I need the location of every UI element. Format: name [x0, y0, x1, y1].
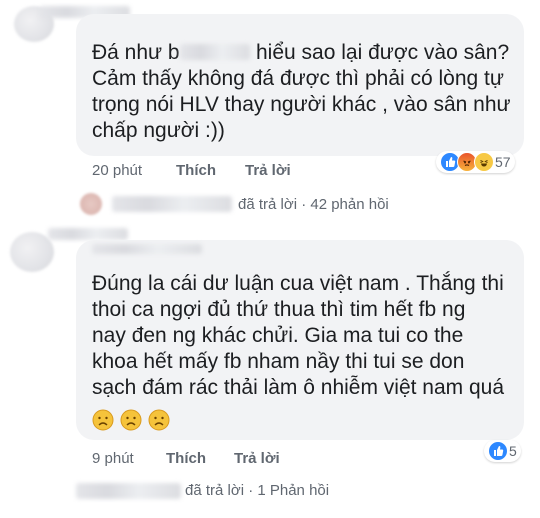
replies-summary[interactable]: đã trả lời · 42 phản hồi [238, 196, 389, 213]
comment-text-line: khoa hết mấy fb nham nầy thi tui se don [92, 350, 465, 373]
view-replies-link[interactable]: đã trả lời · 42 phản hồi [80, 193, 389, 215]
replier-name-redacted [112, 196, 232, 212]
comment-text-line: hiểu sao lại được vào sân? [256, 41, 510, 64]
comment-text-line: thoi ca ngợi đủ thứ thua thì tim hết fb … [92, 298, 466, 321]
reply-link-label[interactable]: Trả lời [245, 162, 291, 179]
reply-link[interactable]: Trả lời [234, 450, 280, 467]
like-link-label[interactable]: Thích [166, 450, 206, 467]
like-link[interactable]: Thích [176, 162, 216, 179]
haha-icon [474, 152, 494, 172]
comment-text-line: Cảm thấy không đá được thì phải có lòng … [92, 67, 504, 90]
replier-name-redacted [76, 482, 181, 499]
comment-text-line: trọng nói HLV thay người khác , vào sân … [92, 93, 511, 116]
comment-text-line: nay đen ng khác chửi. Gia ma tui co the [92, 324, 464, 347]
commenter-name-redacted-inline [92, 244, 202, 254]
comment-time[interactable]: 9 phút [92, 450, 134, 467]
emoji-row [92, 409, 170, 431]
comment-text-line: Đúng la cái dư luận cua việt nam . Thắng… [92, 272, 504, 295]
reply-link[interactable]: Trả lời [245, 162, 291, 179]
sad-face-icon [148, 409, 170, 431]
sad-face-icon [92, 409, 114, 431]
sad-face-icon [120, 409, 142, 431]
comment-time[interactable]: 20 phút [92, 162, 142, 179]
like-link[interactable]: Thích [166, 450, 206, 467]
like-icon [488, 441, 508, 461]
comment-text-line: sạch đám rác thải làm ô nhiễm việt nam q… [92, 376, 505, 399]
commenter-name-redacted[interactable] [48, 228, 128, 240]
comment-text-line: Đá như b [92, 41, 180, 64]
comment-meta: 9 phút [92, 450, 134, 467]
reaction-summary[interactable]: 5 [484, 440, 521, 462]
reaction-count: 57 [495, 154, 511, 170]
reaction-count: 5 [509, 443, 517, 459]
replies-summary[interactable]: đã trả lời · 1 Phản hồi [185, 482, 329, 499]
comment-meta: 20 phút [92, 162, 142, 179]
reaction-summary[interactable]: 57 [436, 151, 515, 173]
like-link-label[interactable]: Thích [176, 162, 216, 179]
redacted-text [180, 44, 250, 60]
view-replies-link[interactable]: đã trả lời · 1 Phản hồi [76, 482, 329, 499]
comment-text-line: chấp người :)) [92, 119, 225, 142]
replier-avatar [80, 193, 102, 215]
reply-link-label[interactable]: Trả lời [234, 450, 280, 467]
